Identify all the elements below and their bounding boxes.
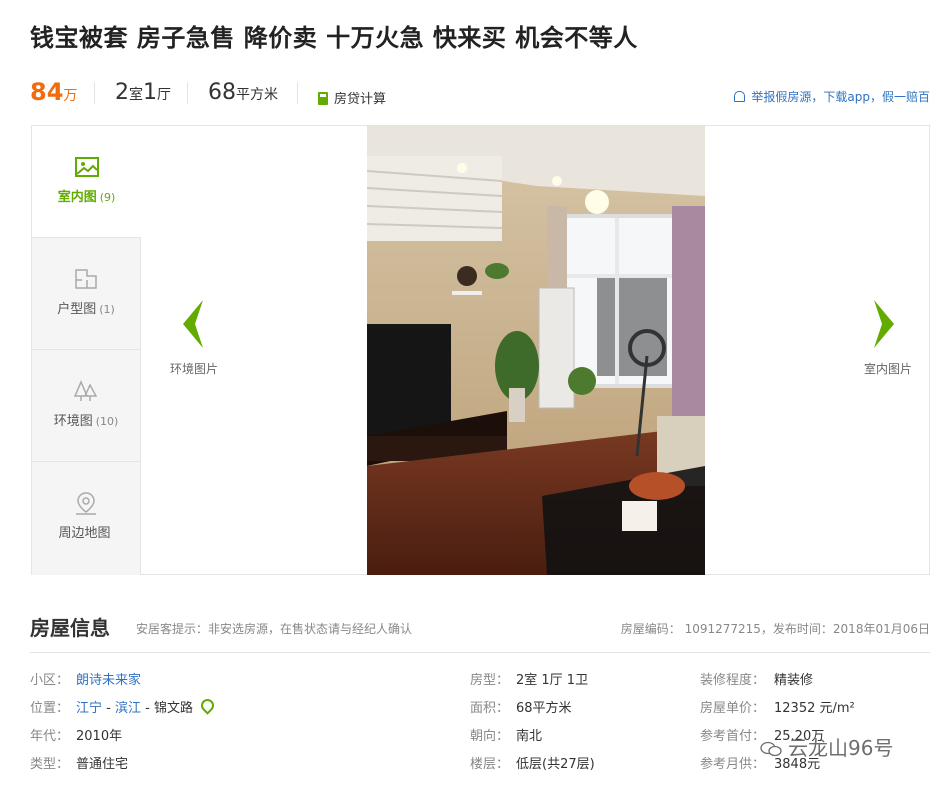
next-arrow-icon[interactable]	[870, 298, 900, 350]
listing-code: 房屋编码： 1091277215，发布时间：2018年01月06日	[620, 622, 930, 636]
bell-icon	[734, 91, 746, 102]
info-location: 位置： 江宁 - 滨江 - 锦文路	[30, 696, 217, 716]
prev-category-label[interactable]: 环境图片	[170, 360, 218, 377]
map-pin-icon	[76, 492, 96, 515]
divider	[297, 82, 298, 104]
area-link[interactable]: 滨江	[115, 701, 141, 716]
divider	[30, 652, 930, 653]
tab-nearby-map[interactable]: 周边地图	[32, 462, 141, 575]
tab-environment[interactable]: 环境图 (10)	[32, 350, 141, 462]
report-fake-listing-link[interactable]: 举报假房源，下载app，假一赔百	[734, 88, 930, 105]
price: 84万	[30, 78, 77, 106]
room-count: 2室1厅	[115, 80, 171, 105]
divider	[187, 82, 188, 104]
info-decoration: 装修程度： 精装修	[700, 673, 814, 688]
info-unit-price: 房屋单价： 12352 元/m²	[700, 701, 855, 716]
district-link[interactable]: 江宁	[76, 701, 102, 716]
tab-floorplan[interactable]: 户型图 (1)	[32, 238, 141, 350]
gallery-tabs: 室内图 (9) 户型图 (1) 环境图 (10) 周边地图	[32, 126, 141, 575]
info-floor: 楼层： 低层(共27层)	[470, 757, 595, 772]
divider	[94, 82, 95, 104]
living-room-photo	[367, 126, 705, 575]
listing-summary: 84万 2室1厅 68平方米 房贷计算 举报假房源，下载app，假一赔百	[30, 78, 930, 110]
trees-icon	[73, 380, 98, 401]
tab-interior[interactable]: 室内图 (9)	[32, 126, 141, 238]
section-title: 房屋信息	[30, 616, 110, 640]
loan-calculator-link[interactable]: 房贷计算	[318, 88, 386, 107]
info-layout: 房型： 2室 1厅 1卫	[470, 673, 589, 688]
agent-tip: 安居客提示：非安选房源，在售状态请与经纪人确认	[136, 622, 413, 636]
listing-title: 钱宝被套 房子急售 降价卖 十万火急 快来买 机会不等人	[30, 24, 638, 52]
interior-photo	[367, 126, 705, 575]
wechat-logo-icon	[760, 741, 782, 757]
floorplan-icon	[75, 269, 97, 289]
info-year: 年代： 2010年	[30, 729, 123, 744]
next-category-label[interactable]: 室内图片	[864, 360, 912, 377]
area: 68平方米	[208, 80, 278, 105]
info-orientation: 朝向： 南北	[470, 729, 543, 744]
map-pin-icon[interactable]	[198, 696, 217, 715]
road-name: 锦文路	[153, 701, 193, 716]
prev-arrow-icon[interactable]	[177, 298, 207, 350]
info-type: 类型： 普通住宅	[30, 757, 129, 772]
photo-gallery: 室内图 (9) 户型图 (1) 环境图 (10) 周边地图 环境图片 室内图片	[31, 125, 930, 575]
price-value: 84	[30, 78, 64, 106]
calculator-icon	[318, 92, 328, 105]
community-link[interactable]: 朗诗未来家	[76, 673, 141, 688]
watermark: 云龙山96号	[760, 732, 893, 761]
info-area: 面积： 68平方米	[470, 701, 572, 716]
image-icon	[74, 157, 99, 177]
price-unit: 万	[63, 88, 78, 104]
info-community: 小区： 朗诗未来家	[30, 673, 142, 688]
